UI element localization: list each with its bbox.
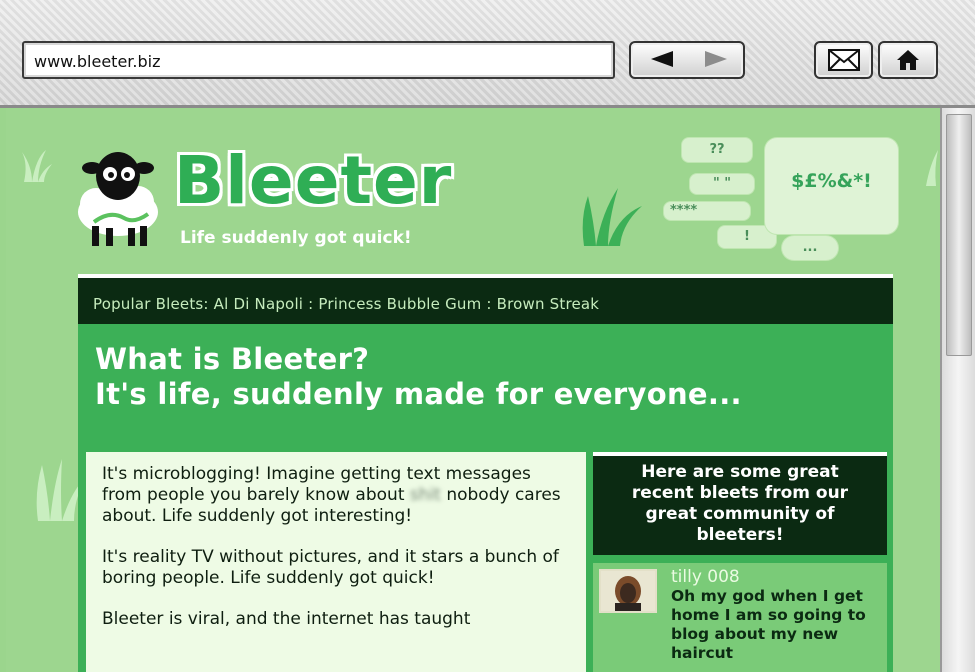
grass-decoration [22,150,52,182]
mail-button[interactable] [814,41,873,79]
bleet-text: Oh my god when I get home I am so going … [671,587,866,662]
back-arrow-icon[interactable] [651,51,673,67]
home-button[interactable] [878,41,938,79]
intro-paragraph: It's reality TV without pictures, and it… [102,547,559,588]
forward-arrow-icon[interactable] [705,51,727,67]
grass-decoration [926,150,938,186]
intro-text-box: It's microblogging! Imagine getting text… [86,452,586,672]
intro-paragraph: It's microblogging! Imagine getting text… [102,464,561,526]
intro-paragraph: Bleeter is viral, and the internet has t… [102,609,471,629]
popular-bleets-bar[interactable]: Popular Bleets: Al Di Napoli : Princess … [78,274,893,324]
page-headline: What is Bleeter? [95,342,370,376]
bleet-item[interactable]: tilly 008 Oh my god when I get home I am… [593,563,887,672]
home-icon [897,50,919,70]
speech-bubble: " " [690,174,754,194]
page-subheadline: It's life, suddenly made for everyone... [95,377,742,411]
speech-bubble-large: $£%&*! [765,138,898,234]
main-content-panel: What is Bleeter? It's life, suddenly mad… [78,324,893,672]
back-forward-button[interactable] [629,41,745,79]
web-page: Bleeter Life suddenly got quick! ?? " " … [6,108,940,672]
avatar[interactable] [599,569,657,613]
censored-word: shit [409,485,441,505]
site-tagline: Life suddenly got quick! [180,228,412,248]
mail-icon [827,49,860,71]
address-bar[interactable]: www.bleeter.biz [22,41,615,79]
scrollbar-thumb[interactable] [946,114,972,356]
speech-bubble: ... [782,236,838,260]
grass-decoration [582,188,642,246]
speech-bubble: **** [664,202,750,220]
recent-bleets-heading: Here are some great recent bleets from o… [593,452,887,555]
bleet-username[interactable]: tilly 008 [671,567,740,587]
vertical-scrollbar[interactable] [940,108,975,672]
sheep-logo-icon [78,152,158,246]
site-logo[interactable]: Bleeter [174,142,452,219]
browser-chrome: www.bleeter.biz [0,0,975,108]
speech-bubble: ?? [682,138,752,162]
